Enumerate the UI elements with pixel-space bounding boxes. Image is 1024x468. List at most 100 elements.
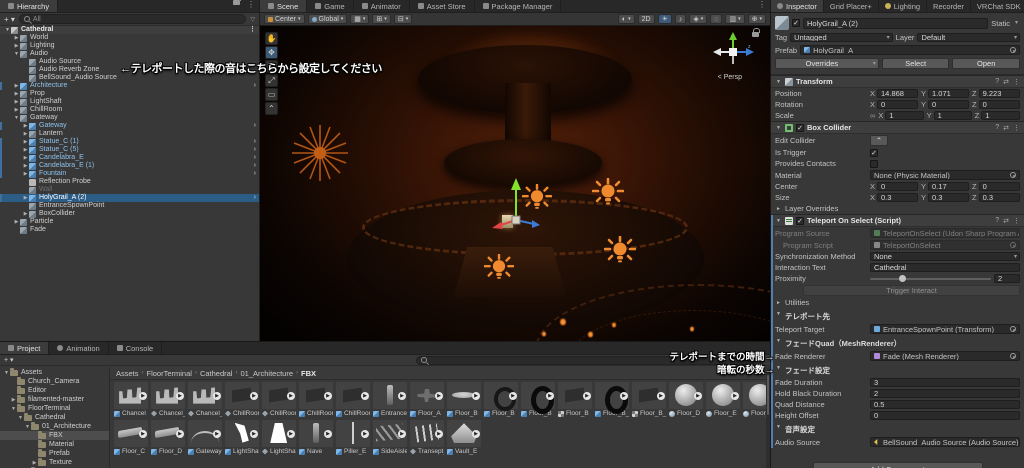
- project-tree-item[interactable]: ▶ Texture: [0, 457, 109, 467]
- hierarchy-item[interactable]: ▶ Particle: [0, 218, 259, 226]
- asset-tile[interactable]: ▶ LightShaft...: [262, 420, 296, 455]
- tab-grid-placer[interactable]: Grid Placer+: [824, 0, 879, 12]
- axis-gizmo[interactable]: y z: [710, 30, 756, 74]
- asset-tile[interactable]: ▶ Piller_E: [336, 420, 370, 455]
- hierarchy-item[interactable]: Wall: [0, 186, 259, 194]
- help-icon[interactable]: ?: [995, 217, 999, 225]
- hierarchy-item[interactable]: ▶ Statue_C (5) ›: [0, 146, 259, 154]
- expand-caret-icon[interactable]: ▶: [13, 82, 20, 90]
- prefab-open-arrow[interactable]: ›: [254, 146, 259, 154]
- expand-caret-icon[interactable]: ▼: [17, 415, 24, 421]
- expand-subassets-button[interactable]: ▶: [361, 391, 369, 400]
- expand-subassets-button[interactable]: ▶: [694, 391, 702, 400]
- expand-caret-icon[interactable]: ▶: [22, 194, 29, 202]
- expand-subassets-button[interactable]: ▶: [139, 429, 147, 438]
- expand-subassets-button[interactable]: ▶: [176, 429, 184, 438]
- project-tree-item[interactable]: FBX: [0, 430, 109, 440]
- rotation-y-field[interactable]: 0: [928, 100, 969, 109]
- move-gizmo[interactable]: [488, 174, 544, 232]
- asset-tile[interactable]: ▶ Floor_B: [484, 382, 518, 417]
- center-y-field[interactable]: 0.17: [928, 182, 969, 191]
- create-asset-button[interactable]: + ▾: [4, 356, 14, 364]
- lock-icon[interactable]: [233, 0, 241, 5]
- breadcrumb-item[interactable]: FloorTerminal: [147, 369, 192, 378]
- teleport-target-field[interactable]: EntranceSpownPoint (Transform): [870, 324, 1020, 334]
- expand-caret-icon[interactable]: ▼: [13, 114, 20, 122]
- position-x-field[interactable]: 14.868: [877, 89, 918, 98]
- foldout-icon[interactable]: ►: [775, 300, 782, 306]
- expand-subassets-button[interactable]: ▶: [139, 391, 147, 400]
- prefab-object-field[interactable]: HolyGrail_A: [800, 45, 1020, 55]
- hierarchy-item[interactable]: ▶ Candelabra_E ›: [0, 154, 259, 162]
- height-offset-field[interactable]: 0: [870, 411, 1020, 420]
- static-dropdown[interactable]: Static: [991, 19, 1020, 28]
- expand-caret-icon[interactable]: ▶: [22, 162, 29, 170]
- asset-tile[interactable]: ▶ Vault_E: [447, 420, 481, 455]
- preset-icon[interactable]: ⇄: [1003, 217, 1009, 225]
- help-icon[interactable]: ?: [995, 78, 999, 86]
- tab-recorder[interactable]: Recorder: [927, 0, 971, 12]
- asset-tile[interactable]: ▶Floor_F: [743, 382, 766, 417]
- expand-caret-icon[interactable]: ▶: [13, 34, 20, 42]
- expand-subassets-button[interactable]: ▶: [472, 429, 480, 438]
- expand-caret-icon[interactable]: ▶: [13, 218, 20, 226]
- scale-x-field[interactable]: 1: [885, 111, 924, 120]
- expand-subassets-button[interactable]: ▶: [546, 391, 554, 400]
- asset-tile[interactable]: ▶ Chancel_Si...: [188, 382, 222, 417]
- asset-tile[interactable]: ▶ Floor_C: [114, 420, 148, 455]
- expand-subassets-button[interactable]: ▶: [398, 391, 406, 400]
- tab-inspector[interactable]: Inspector: [771, 0, 824, 12]
- asset-tile[interactable]: ▶ Nave: [299, 420, 333, 455]
- material-object-field[interactable]: None (Physic Material): [870, 170, 1020, 180]
- hierarchy-item[interactable]: ▶ Gateway ›: [0, 122, 259, 130]
- asset-tile[interactable]: ▶Floor_B_T...: [595, 382, 629, 417]
- expand-caret-icon[interactable]: ▶: [22, 170, 29, 178]
- layer-dropdown[interactable]: Default: [917, 33, 1021, 42]
- help-icon[interactable]: ?: [995, 124, 999, 132]
- snap-dropdown[interactable]: ⊟ ▾: [393, 14, 413, 24]
- tab-animator[interactable]: Animator: [354, 0, 410, 12]
- scene-audio-toggle[interactable]: ♪: [674, 14, 687, 24]
- expand-subassets-button[interactable]: ▶: [324, 429, 332, 438]
- expand-caret-icon[interactable]: ▶: [13, 42, 20, 50]
- hierarchy-search-input[interactable]: All: [18, 14, 247, 24]
- center-z-field[interactable]: 0: [978, 182, 1020, 191]
- hierarchy-item[interactable]: ▶ LightShaft: [0, 98, 259, 106]
- constrain-proportions-icon[interactable]: ∞: [870, 111, 875, 120]
- edit-collider-button[interactable]: ⌃: [870, 135, 888, 146]
- expand-subassets-button[interactable]: ▶: [657, 391, 665, 400]
- provides-contacts-checkbox[interactable]: [870, 159, 878, 168]
- hierarchy-item[interactable]: ▼ Audio: [0, 50, 259, 58]
- sync-method-dropdown[interactable]: None: [870, 252, 1020, 261]
- project-tree-item[interactable]: Editor: [0, 385, 109, 395]
- fade-duration-field[interactable]: 3: [870, 378, 1020, 387]
- shading-mode-dropdown[interactable]: ◐ ▾: [617, 14, 635, 24]
- asset-tile[interactable]: ▶ Entrance: [373, 382, 407, 417]
- viewport-lock-icon[interactable]: [752, 28, 760, 37]
- expand-caret-icon[interactable]: ▶: [22, 122, 29, 130]
- utilities-foldout[interactable]: Utilities: [785, 298, 877, 307]
- asset-tile[interactable]: ▶ ChillRoom_...: [262, 382, 296, 417]
- component-enabled-checkbox[interactable]: ✓: [796, 216, 804, 225]
- effects-dropdown[interactable]: ◈ ▾: [689, 14, 708, 24]
- asset-tile[interactable]: ▶ Floor_E: [706, 382, 740, 417]
- snap-increment-dropdown[interactable]: ⊞ ▾: [372, 14, 391, 24]
- quad-distance-field[interactable]: 0.5: [870, 400, 1020, 409]
- layer-overrides-foldout[interactable]: Layer Overrides: [785, 204, 877, 213]
- hierarchy-item[interactable]: Reflection Probe: [0, 178, 259, 186]
- expand-caret-icon[interactable]: ▶: [13, 106, 20, 114]
- hierarchy-item[interactable]: ▶ Architecture ›: [0, 82, 259, 90]
- orientation-dropdown[interactable]: Global ▾: [307, 14, 348, 24]
- asset-tile[interactable]: ▶ SideAisle: [373, 420, 407, 455]
- hierarchy-item[interactable]: EntranceSpownPoint: [0, 202, 259, 210]
- component-enabled-checkbox[interactable]: ✓: [796, 123, 804, 132]
- object-picker-icon[interactable]: [1010, 47, 1016, 53]
- expand-subassets-button[interactable]: ▶: [250, 429, 258, 438]
- kebab-menu-icon[interactable]: ⋮: [243, 0, 259, 12]
- project-tree-item[interactable]: Church_Camera: [0, 376, 109, 386]
- tab-game[interactable]: Game: [307, 0, 354, 12]
- hierarchy-item[interactable]: ▶ BoxCollider: [0, 210, 259, 218]
- interaction-text-field[interactable]: Cathedral: [870, 263, 1020, 272]
- rotation-x-field[interactable]: 0: [877, 100, 918, 109]
- prefab-open-arrow[interactable]: ›: [254, 138, 259, 146]
